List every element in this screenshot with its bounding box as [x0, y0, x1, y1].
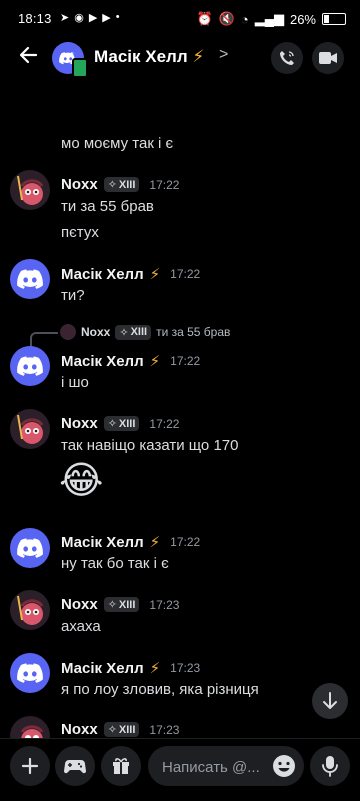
- message-author[interactable]: Масік Хелл ⚡ 17:22: [61, 265, 201, 284]
- clan-tag[interactable]: ✧ XIII: [103, 177, 140, 192]
- youtube-icon: ▶: [88, 12, 98, 24]
- clan-tag[interactable]: ✧ XIII: [103, 722, 140, 737]
- emoji-message[interactable]: 😂: [59, 458, 103, 503]
- message-text[interactable]: пєтух: [61, 224, 99, 241]
- battery-percent: 26%: [289, 11, 316, 27]
- author-emoji: ⚡: [149, 660, 161, 677]
- scroll-down-button[interactable]: [312, 683, 348, 719]
- activities-button[interactable]: [55, 746, 95, 786]
- mobile-status-icon: [72, 58, 88, 78]
- message-author[interactable]: Noxx ✧ XIII 17:23: [61, 596, 179, 613]
- message-text[interactable]: ну так бо так і є: [61, 555, 169, 572]
- user-avatar-masik[interactable]: [10, 259, 50, 299]
- user-avatar-masik[interactable]: [10, 528, 50, 568]
- discord-logo-icon: [17, 269, 43, 289]
- dot-icon: •: [115, 11, 120, 23]
- timestamp: 17:22: [149, 177, 180, 192]
- gift-button[interactable]: [101, 746, 141, 786]
- author-emoji: ⚡: [149, 534, 161, 551]
- header-avatar[interactable]: [52, 42, 88, 78]
- phone-call-icon: [280, 51, 294, 65]
- message-text[interactable]: мо моєму так і є: [61, 135, 173, 152]
- noxx-avatar-image: [17, 414, 44, 444]
- reply-preview-text: ти за 55 брав: [156, 325, 231, 339]
- message-text[interactable]: так навіщо казати що 170: [61, 437, 238, 454]
- voice-message-button[interactable]: [310, 746, 350, 786]
- timestamp: 17:22: [170, 267, 201, 281]
- video-call-button[interactable]: [312, 42, 344, 74]
- microphone-icon: [322, 756, 338, 777]
- battery-icon: [322, 13, 346, 25]
- status-notification-icons: ➤ ◉ ▶ ▶ •: [60, 11, 120, 24]
- message-input-wrapper: [148, 746, 304, 788]
- message-author[interactable]: Масік Хелл ⚡ 17:22: [61, 533, 201, 552]
- mute-icon: 🔇: [218, 11, 235, 26]
- user-avatar-noxx[interactable]: [10, 170, 50, 210]
- timestamp: 17:23: [170, 661, 201, 675]
- message-text[interactable]: ахаха: [61, 618, 101, 635]
- clan-tag[interactable]: ✧ XIII: [103, 597, 140, 612]
- attach-button[interactable]: [10, 746, 50, 786]
- sparkle-icon: ✧: [107, 418, 117, 430]
- message-composer: [0, 738, 360, 801]
- sparkle-icon: ✧: [119, 326, 129, 339]
- sparkle-icon: ✧: [107, 179, 117, 191]
- status-time: 18:13: [18, 11, 52, 26]
- location-icon: ➤: [60, 12, 70, 24]
- noxx-avatar-image: [17, 175, 44, 205]
- clan-tag[interactable]: ✧ XIII: [103, 416, 140, 431]
- signal-icon: ▂▄▆: [254, 11, 284, 26]
- discord-logo-icon: [17, 356, 43, 376]
- wifi-icon: ◔: [240, 11, 249, 27]
- user-avatar-masik[interactable]: [10, 346, 50, 386]
- phone-call-button[interactable]: [271, 42, 303, 74]
- author-emoji: ⚡: [149, 266, 161, 283]
- gamepad-icon: [64, 760, 86, 774]
- timestamp: 17:22: [170, 354, 201, 368]
- timestamp: 17:22: [149, 416, 180, 431]
- user-avatar-noxx[interactable]: [10, 409, 50, 449]
- status-right: ⏰ 🔇 ◔ ▂▄▆ 26%: [197, 11, 346, 27]
- emoji-button[interactable]: [270, 752, 298, 780]
- sparkle-icon: ✧: [107, 599, 117, 611]
- user-avatar-noxx[interactable]: [10, 590, 50, 630]
- message-author[interactable]: Масік Хелл ⚡ 17:22: [61, 352, 201, 371]
- sparkle-icon: ✧: [107, 724, 117, 736]
- telegram-icon: ◉: [74, 12, 84, 24]
- user-avatar-masik[interactable]: [10, 653, 50, 693]
- reply-reference[interactable]: Noxx ✧ XIII ти за 55 брав: [60, 324, 230, 340]
- clan-tag: ✧ XIII: [115, 324, 152, 340]
- author-emoji: ⚡: [149, 353, 161, 370]
- message-text[interactable]: і шо: [61, 374, 89, 391]
- chevron-right-icon[interactable]: >: [219, 46, 228, 64]
- discord-logo-icon: [17, 663, 43, 683]
- message-author[interactable]: Noxx ✧ XIII 17:23: [61, 721, 179, 738]
- noxx-avatar-image: [17, 595, 44, 625]
- message-text[interactable]: ти?: [61, 287, 85, 304]
- title-emoji: ⚡: [192, 47, 205, 66]
- message-text[interactable]: я по лоу зловив, яка різниця: [61, 681, 259, 698]
- plus-icon: [21, 757, 39, 775]
- chat-header: Масік Хелл ⚡ >: [0, 36, 360, 80]
- channel-title[interactable]: Масік Хелл ⚡: [94, 47, 204, 67]
- message-author[interactable]: Масік Хелл ⚡ 17:23: [61, 659, 201, 678]
- status-bar: 18:13 ➤ ◉ ▶ ▶ • ⏰ 🔇 ◔ ▂▄▆ 26%: [0, 0, 360, 36]
- alarm-icon: ⏰: [196, 11, 213, 26]
- video-call-icon: [319, 52, 337, 64]
- message-author[interactable]: Noxx ✧ XIII 17:22: [61, 415, 179, 432]
- back-arrow-icon[interactable]: [14, 44, 42, 72]
- message-input[interactable]: [160, 746, 274, 788]
- timestamp: 17:23: [149, 597, 180, 612]
- timestamp: 17:22: [170, 535, 201, 549]
- youtube-icon-2: ▶: [102, 12, 111, 24]
- reply-avatar: [60, 324, 76, 340]
- discord-logo-icon: [17, 538, 43, 558]
- timestamp: 17:23: [149, 722, 180, 737]
- gift-icon: [113, 758, 129, 774]
- message-author[interactable]: Noxx ✧ XIII 17:22: [61, 176, 179, 193]
- emoji-icon: [273, 755, 295, 777]
- message-text[interactable]: ти за 55 брав: [61, 198, 154, 215]
- scroll-down-icon: [323, 692, 337, 709]
